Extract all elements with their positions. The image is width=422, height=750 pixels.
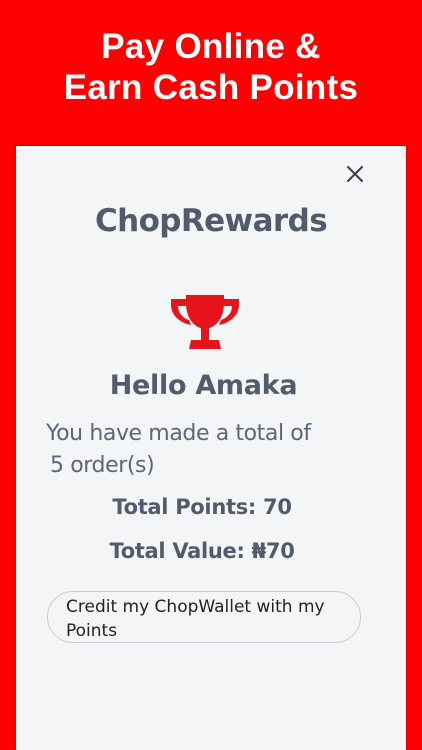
orders-summary-line1: You have made a total of	[46, 421, 311, 446]
credit-wallet-button[interactable]: Credit my ChopWallet with my Points	[47, 591, 361, 643]
brand-title: ChopRewards	[94, 203, 328, 239]
total-points: Total Points: 70	[112, 495, 292, 519]
promo-headline-line1: Pay Online &	[101, 27, 321, 66]
orders-summary-line2: 5 order(s)	[50, 453, 155, 478]
promo-headline-line2: Earn Cash Points	[63, 68, 359, 107]
greeting: Hello Amaka	[109, 370, 298, 401]
rewards-dialog: ChopRewards Hello Amaka You have made a …	[16, 146, 406, 750]
close-icon[interactable]	[344, 163, 366, 185]
total-value: Total Value: ₦70	[109, 539, 295, 563]
promo-headline: Pay Online & Earn Cash Points	[0, 26, 422, 108]
orders-summary: You have made a total of 5 order(s)	[46, 418, 376, 482]
trophy-icon	[169, 293, 241, 355]
